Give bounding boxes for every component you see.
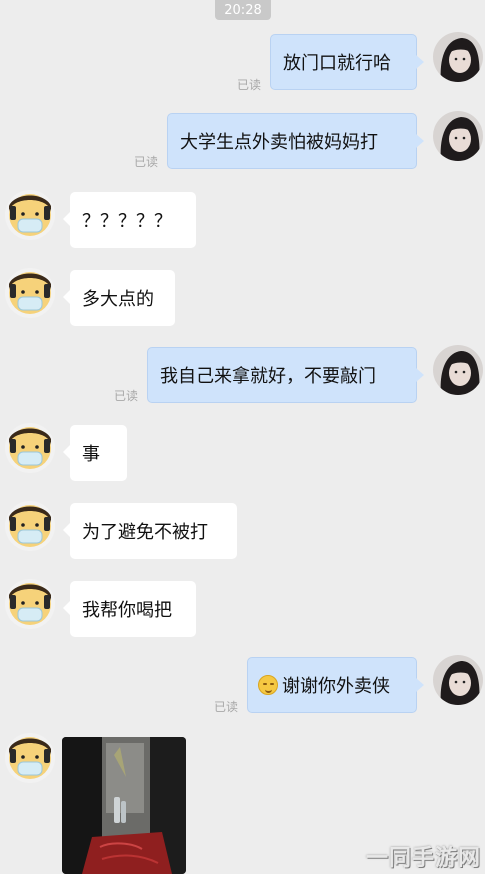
doorway-photo [62, 737, 186, 874]
self-avatar-image [433, 111, 483, 161]
contact-avatar[interactable] [5, 733, 55, 783]
read-receipt: 已读 [237, 78, 262, 92]
self-avatar[interactable] [433, 345, 483, 395]
contact-avatar[interactable] [5, 423, 55, 473]
masked-face-avatar-image [5, 501, 55, 551]
read-receipt: 已读 [134, 155, 159, 169]
message-bubble-received[interactable]: 多大点的 [63, 270, 175, 326]
read-receipt: 已读 [214, 700, 239, 714]
message-bubble-sent[interactable]: 放门口就行哈 [270, 34, 424, 90]
contact-avatar[interactable] [5, 501, 55, 551]
masked-face-avatar-image [5, 733, 55, 783]
smiling-face-emoji-icon [258, 675, 278, 695]
self-avatar-image [433, 655, 483, 705]
message-text: 谢谢你外卖侠 [282, 676, 390, 697]
message-bubble-received[interactable]: 我帮你喝把 [63, 581, 196, 637]
self-avatar[interactable] [433, 111, 483, 161]
message-bubble-received[interactable]: 为了避免不被打 [63, 503, 237, 559]
masked-face-avatar-image [5, 190, 55, 240]
site-watermark: 一同手游网 [365, 846, 481, 871]
contact-avatar[interactable] [5, 268, 55, 318]
self-avatar-image [433, 345, 483, 395]
message-bubble-received[interactable]: ？？？？？ [63, 192, 196, 248]
self-avatar[interactable] [433, 655, 483, 705]
read-receipt: 已读 [114, 389, 139, 403]
message-bubble-received[interactable]: 事 [63, 425, 127, 481]
self-avatar[interactable] [433, 32, 483, 82]
contact-avatar[interactable] [5, 190, 55, 240]
message-bubble-sent[interactable]: 我自己来拿就好，不要敲门 [147, 347, 424, 403]
message-image[interactable] [62, 737, 186, 874]
contact-avatar[interactable] [5, 579, 55, 629]
message-bubble-sent[interactable]: 谢谢你外卖侠 [247, 657, 424, 713]
message-bubble-sent[interactable]: 大学生点外卖怕被妈妈打 [167, 113, 424, 169]
timestamp-divider: 20:28 [215, 0, 271, 20]
self-avatar-image [433, 32, 483, 82]
masked-face-avatar-image [5, 579, 55, 629]
masked-face-avatar-image [5, 268, 55, 318]
masked-face-avatar-image [5, 423, 55, 473]
